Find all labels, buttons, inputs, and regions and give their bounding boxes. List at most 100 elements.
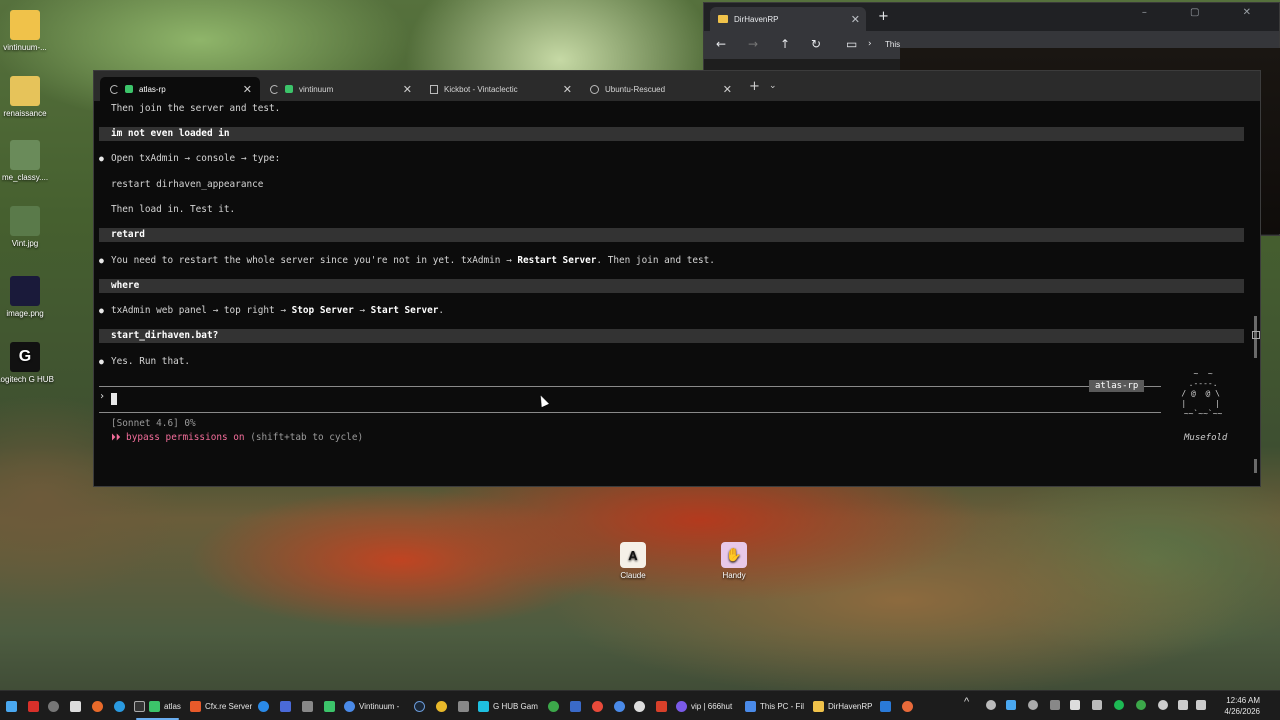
new-tab-button[interactable]: + [749, 79, 760, 94]
close-icon[interactable]: ✕ [851, 13, 860, 26]
clock-date: 4/26/2026 [1224, 707, 1260, 716]
assistant-line: Then load in. Test it. [111, 204, 236, 215]
taskbar-app[interactable] [548, 698, 559, 714]
scrollbar-thumb-bottom[interactable] [1254, 459, 1257, 473]
start-button[interactable] [6, 698, 17, 714]
tray-icon[interactable] [1006, 700, 1016, 710]
taskbar-app[interactable] [570, 698, 581, 714]
desktop-icon-handy[interactable]: ✋ Handy [714, 542, 754, 580]
tray-icon[interactable] [1028, 700, 1038, 710]
desktop-icon-label: Logitech G HUB [0, 375, 54, 384]
wifi-icon[interactable] [1178, 700, 1188, 710]
assistant-line: txAdmin web panel → top right → Stop Ser… [99, 304, 444, 318]
desktop-icon-claude[interactable]: A Claude [613, 542, 653, 580]
terminal-output[interactable]: Then join the server and test. im not ev… [94, 101, 1260, 486]
desktop-icon-label: vintinuum-... [3, 43, 47, 52]
chrome-icon [592, 700, 603, 712]
desktop-icon-label: me_classy.... [1, 173, 49, 182]
forward-arrow-icon[interactable]: → [748, 37, 758, 51]
tray-icon[interactable] [1114, 700, 1124, 710]
taskbar-app[interactable] [592, 698, 603, 714]
tab-vintinuum[interactable]: vintinuum ✕ [260, 77, 420, 101]
mascot-name: Musefold [1184, 433, 1228, 443]
chrome-icon [344, 700, 355, 712]
hand-icon: ✋ [721, 542, 747, 568]
tray-icon[interactable] [1050, 700, 1060, 710]
taskbar-app[interactable] [902, 698, 913, 714]
taskbar-app[interactable] [458, 698, 469, 714]
input-divider-top [99, 386, 1161, 387]
taskbar-app[interactable] [634, 698, 645, 714]
speaker-icon[interactable] [1196, 700, 1206, 710]
tray-icon[interactable] [1136, 700, 1146, 710]
taskbar-vintinuum[interactable]: Vintinuum - [344, 698, 399, 714]
system-clock[interactable]: 12:46 AM 4/26/2026 [1224, 695, 1260, 717]
monitor-icon[interactable]: ▭ [846, 37, 857, 51]
chrome-icon [436, 700, 447, 712]
taskbar-app[interactable] [258, 698, 269, 714]
close-icon[interactable]: ✕ [403, 83, 412, 96]
address-fragment[interactable]: This [885, 40, 900, 49]
text-segment: → [353, 305, 371, 316]
taskbar-app[interactable] [70, 698, 81, 714]
taskbar-app[interactable] [28, 698, 39, 714]
desktop-icon-label: Claude [620, 571, 646, 580]
taskbar-atlas[interactable]: atlas [134, 698, 181, 720]
browser-tab-dirhaven[interactable]: DirHavenRP ✕ [710, 7, 866, 31]
text-segment: You need to restart the whole server sin… [111, 255, 518, 266]
taskbar-vip[interactable]: vip | 666hut [676, 698, 732, 714]
taskbar-app[interactable] [656, 698, 667, 714]
tray-icon[interactable] [1070, 700, 1080, 710]
desktop-icon-vint-jpg[interactable]: Vint.jpg [0, 206, 54, 248]
taskbar-app[interactable] [880, 698, 891, 714]
desktop-icon-renaissance[interactable]: renaissance [0, 76, 54, 118]
claude-icon: A [620, 542, 646, 568]
taskbar-app[interactable] [414, 698, 425, 714]
taskbar-dirhaven[interactable]: DirHavenRP [813, 698, 872, 714]
up-arrow-icon[interactable]: ↑ [780, 37, 790, 51]
chevron-up-icon[interactable]: ^ [964, 696, 974, 708]
desktop-icon-vintinuum[interactable]: vintinuum-... [0, 10, 54, 52]
taskbar-app[interactable] [92, 698, 103, 714]
desktop-icon-image-png[interactable]: image.png [0, 276, 54, 318]
taskbar-app[interactable] [48, 698, 59, 714]
microphone-icon[interactable] [1158, 700, 1168, 710]
input-cursor[interactable] [111, 393, 117, 405]
taskbar-app[interactable] [324, 698, 335, 714]
tab-ubuntu-rescued[interactable]: Ubuntu-Rescued ✕ [580, 77, 740, 101]
taskbar-ghub[interactable]: G HUB Gam [478, 698, 538, 714]
chevron-down-icon[interactable]: ⌄ [769, 81, 777, 91]
edge-icon [114, 700, 125, 712]
app-icon [302, 700, 313, 712]
terminal-icon [134, 700, 145, 712]
refresh-icon[interactable]: ↻ [811, 37, 821, 51]
assistant-line: Open txAdmin → console → type: [99, 152, 280, 166]
terminal-window: atlas-rp ✕ vintinuum ✕ Kickbot - Vintacl… [93, 70, 1261, 487]
taskbar-label: This PC - Fil [760, 701, 804, 711]
taskbar-app[interactable] [436, 698, 447, 714]
permission-status: ⏵⏵ bypass permissions on (shift+tab to c… [111, 432, 363, 443]
tray-icon[interactable] [1092, 700, 1102, 710]
taskbar-app[interactable] [280, 698, 291, 714]
close-icon[interactable]: ✕ [723, 83, 732, 96]
window-controls[interactable]: – ▢ ✕ [1142, 7, 1271, 18]
desktop-icon-me-classy[interactable]: me_classy.... [0, 140, 54, 182]
chevron-right-icon: › [868, 39, 872, 49]
user-message: where [99, 279, 1244, 293]
desktop-icon-logitech[interactable]: G Logitech G HUB [0, 342, 54, 384]
close-icon[interactable]: ✕ [243, 83, 252, 96]
taskbar-app[interactable] [614, 698, 625, 714]
back-arrow-icon[interactable]: ← [716, 37, 726, 51]
taskbar-app[interactable] [302, 698, 313, 714]
taskbar-app[interactable] [114, 698, 125, 714]
close-icon[interactable]: ✕ [563, 83, 572, 96]
scroll-marker-icon [1252, 331, 1260, 339]
taskbar-this-pc[interactable]: This PC - Fil [745, 698, 804, 714]
tab-kickbot[interactable]: Kickbot - Vintaclectic ✕ [420, 77, 580, 101]
taskbar-cfx[interactable]: Cfx.re Server [190, 698, 252, 714]
tab-atlas-rp[interactable]: atlas-rp ✕ [100, 77, 260, 101]
clock-time: 12:46 AM [1226, 696, 1260, 705]
app-icon [656, 700, 667, 712]
tray-icon[interactable] [986, 700, 996, 710]
new-tab-button[interactable]: + [878, 9, 889, 24]
